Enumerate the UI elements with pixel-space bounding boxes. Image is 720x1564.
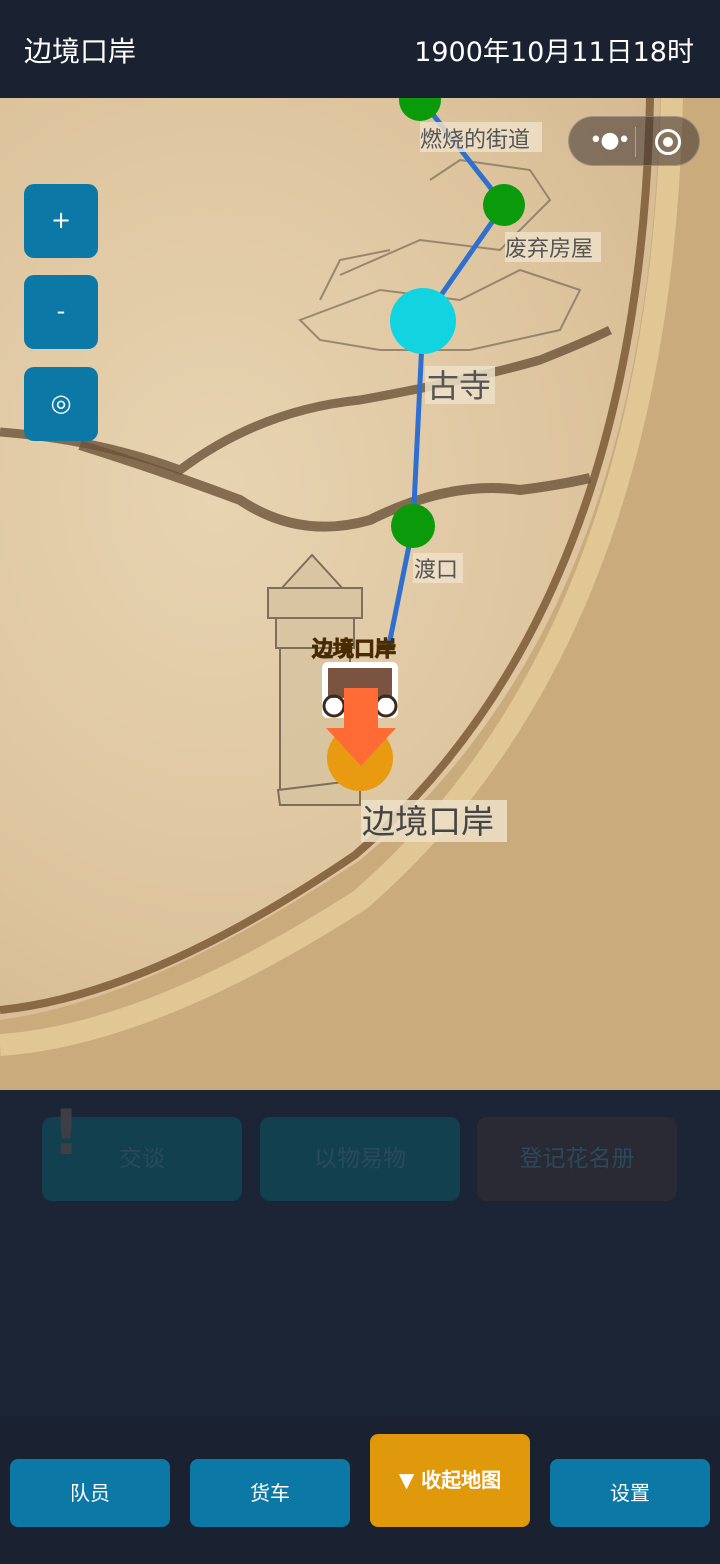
collapse-map-button[interactable]: ▼ 收起地图 bbox=[370, 1434, 530, 1527]
map-canvas[interactable]: 燃烧的街道 废弃房屋 古寺 渡口 边境口岸 边境口岸 bbox=[0, 98, 720, 1090]
close-target-icon[interactable] bbox=[655, 129, 681, 155]
node-label: 渡口 bbox=[414, 558, 458, 583]
miniprogram-capsule[interactable]: •●• bbox=[568, 116, 700, 166]
game-datetime: 1900年10月11日18时 bbox=[414, 37, 694, 68]
more-options-icon[interactable]: •●• bbox=[587, 127, 631, 157]
node-label: 燃烧的街道 bbox=[420, 128, 530, 153]
barter-button[interactable]: 以物易物 bbox=[260, 1117, 460, 1201]
locate-button[interactable]: ◎ bbox=[24, 367, 98, 441]
members-button[interactable]: 队员 bbox=[10, 1459, 170, 1527]
map-view[interactable]: 燃烧的街道 废弃房屋 古寺 渡口 边境口岸 边境口岸 + - ◎ bbox=[0, 98, 720, 1090]
register-roster-button[interactable]: 登记花名册 bbox=[477, 1117, 677, 1201]
truck-button[interactable]: 货车 bbox=[190, 1459, 350, 1527]
map-node[interactable] bbox=[391, 504, 435, 548]
page-title: 边境口岸 bbox=[24, 35, 137, 68]
alert-icon: ! bbox=[52, 1096, 81, 1169]
node-label: 废弃房屋 bbox=[505, 237, 593, 262]
settings-button[interactable]: 设置 bbox=[550, 1459, 710, 1527]
capsule-divider bbox=[635, 127, 636, 157]
node-label: 边境口岸 bbox=[362, 802, 494, 841]
map-node-current-target[interactable] bbox=[390, 288, 456, 354]
zoom-in-button[interactable]: + bbox=[24, 184, 98, 258]
player-label: 边境口岸 bbox=[312, 637, 396, 661]
header-bar: 边境口岸 1900年10月11日18时 bbox=[0, 0, 720, 98]
node-label: 古寺 bbox=[427, 367, 491, 405]
map-node[interactable] bbox=[483, 184, 525, 226]
zoom-out-button[interactable]: - bbox=[24, 275, 98, 349]
